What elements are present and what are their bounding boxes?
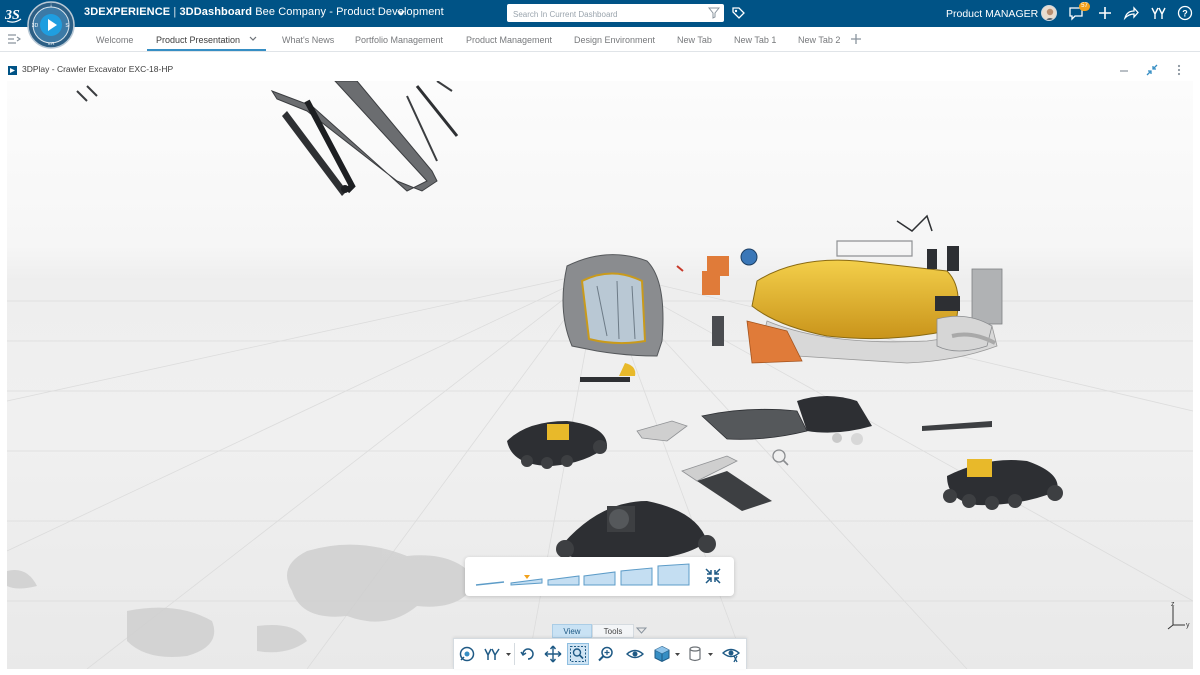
app-name: 3DDashboard xyxy=(179,6,253,18)
compass-icon[interactable]: i 3D S V.R xyxy=(26,0,76,50)
collaborate-icon[interactable] xyxy=(1150,5,1166,21)
brand-name: 3DEXPERIENCE xyxy=(84,6,171,18)
ds-logo-icon[interactable]: 3S xyxy=(4,4,24,24)
explode-step-4[interactable] xyxy=(583,565,616,586)
notification-badge: 57 xyxy=(1079,2,1090,11)
app-title[interactable]: 3DEXPERIENCE | 3DDashboard Bee Company -… xyxy=(84,6,444,18)
search-input[interactable] xyxy=(507,5,697,24)
zoom-area-icon xyxy=(570,646,586,662)
explode-steps-panel xyxy=(465,557,734,596)
tab-whats-news[interactable]: What's News xyxy=(282,35,334,45)
measure-dropdown-icon[interactable] xyxy=(506,652,511,657)
svg-text:V.R: V.R xyxy=(47,41,55,46)
tab-new-tab-1[interactable]: New Tab 1 xyxy=(734,35,776,45)
avatar[interactable] xyxy=(1041,5,1057,21)
add-tab-icon[interactable] xyxy=(850,33,862,45)
render-style-dropdown-icon[interactable] xyxy=(708,652,713,657)
search-box[interactable] xyxy=(507,4,724,24)
explode-step-5[interactable] xyxy=(620,564,653,586)
3d-viewport[interactable]: z y xyxy=(7,81,1193,669)
cube-view-dropdown-icon[interactable] xyxy=(675,652,680,657)
tab-design-environment[interactable]: Design Environment xyxy=(574,35,655,45)
tag-icon[interactable] xyxy=(731,6,746,21)
explode-step-2[interactable] xyxy=(510,567,543,586)
visibility-button[interactable] xyxy=(720,643,742,665)
minimize-icon[interactable] xyxy=(1118,64,1130,76)
zoom-button[interactable] xyxy=(595,643,617,665)
render-style-icon xyxy=(689,646,701,662)
measure-button[interactable] xyxy=(481,643,503,665)
collapse-arrows-icon[interactable] xyxy=(1146,64,1158,76)
explode-step-3[interactable] xyxy=(547,566,580,586)
svg-text:3D: 3D xyxy=(32,23,39,29)
axis-z-label: z xyxy=(1171,601,1175,608)
collapse-explode-icon[interactable] xyxy=(704,567,722,585)
axis-triad-icon[interactable]: z y xyxy=(1163,600,1193,630)
separator xyxy=(514,643,515,665)
action-bar-sections: View Tools xyxy=(552,624,648,638)
pan-icon xyxy=(544,645,562,663)
action-bar xyxy=(453,638,747,669)
measure-icon xyxy=(484,648,500,660)
help-icon[interactable]: ? xyxy=(1177,5,1193,21)
section-tab-view[interactable]: View xyxy=(552,624,592,638)
section-tab-tools[interactable]: Tools xyxy=(592,624,634,638)
explode-step-6[interactable] xyxy=(657,563,690,586)
track-part-right[interactable] xyxy=(943,459,1063,510)
render-style-button[interactable] xyxy=(684,643,706,665)
track-part-left[interactable] xyxy=(507,421,607,469)
top-bar: 3S 3DEXPERIENCE | 3DDashboard Bee Compan… xyxy=(0,0,1200,27)
svg-text:i: i xyxy=(50,4,51,10)
chevron-down-icon[interactable] xyxy=(396,8,406,18)
look-button[interactable] xyxy=(624,643,646,665)
tab-menu-chevron-icon[interactable] xyxy=(248,35,258,43)
more-options-icon[interactable] xyxy=(1173,64,1185,76)
filter-icon[interactable] xyxy=(708,7,720,19)
zoom-cursor xyxy=(772,449,789,466)
tab-product-management[interactable]: Product Management xyxy=(466,35,552,45)
tab-new-tab[interactable]: New Tab xyxy=(677,35,712,45)
zoom-area-button[interactable] xyxy=(567,643,589,665)
look-icon xyxy=(626,649,644,659)
sections-chevron-icon[interactable] xyxy=(636,626,647,636)
tab-welcome[interactable]: Welcome xyxy=(96,35,133,45)
cube-view-button[interactable] xyxy=(651,643,673,665)
axis-y-label: y xyxy=(1186,622,1190,629)
view-mode-icon xyxy=(459,646,475,662)
tab-product-presentation[interactable]: Product Presentation xyxy=(156,35,240,45)
svg-text:?: ? xyxy=(1182,9,1188,19)
visibility-icon xyxy=(722,648,740,663)
sidebar-toggle-icon[interactable] xyxy=(7,33,21,45)
active-tab-indicator xyxy=(147,49,266,51)
share-icon[interactable] xyxy=(1123,5,1139,21)
plus-icon[interactable] xyxy=(1097,5,1113,21)
view-mode-button[interactable] xyxy=(456,643,478,665)
boom-assembly[interactable] xyxy=(76,81,459,196)
dashboard-context: Bee Company - Product Development xyxy=(255,6,444,18)
track-frame-part[interactable] xyxy=(636,396,992,511)
widget-header: 3DPlay - Crawler Excavator EXC-18-HP xyxy=(0,58,1200,80)
tab-new-tab-2[interactable]: New Tab 2 xyxy=(798,35,840,45)
3dplay-app-icon xyxy=(8,66,17,75)
pan-button[interactable] xyxy=(542,643,564,665)
tab-portfolio-management[interactable]: Portfolio Management xyxy=(355,35,443,45)
cab-part[interactable] xyxy=(562,254,664,382)
widget-title: 3DPlay - Crawler Excavator EXC-18-HP xyxy=(22,64,174,74)
explode-step-1[interactable] xyxy=(475,571,505,586)
rotate-icon xyxy=(520,648,534,660)
track-part-bottom[interactable] xyxy=(556,501,716,562)
user-name[interactable]: Product MANAGER xyxy=(946,8,1038,20)
cube-view-icon xyxy=(654,645,670,663)
zoom-icon xyxy=(598,646,613,662)
rotate-button[interactable] xyxy=(517,643,539,665)
